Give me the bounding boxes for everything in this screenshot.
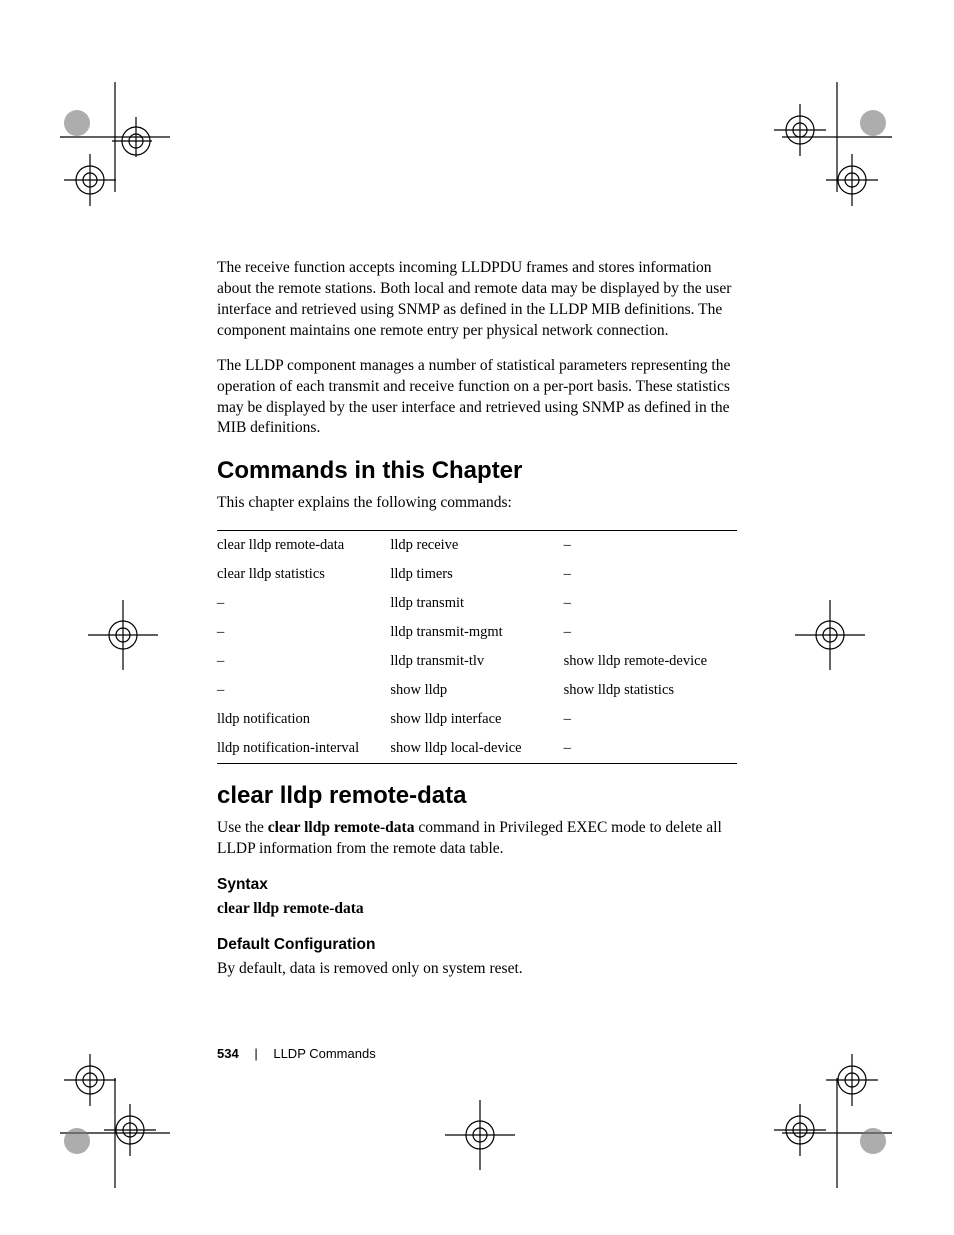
table-row: –lldp transmit-mgmt– [217, 618, 737, 647]
table-row: lldp notificationshow lldp interface– [217, 705, 737, 734]
table-cell: – [217, 589, 390, 618]
heading-syntax: Syntax [217, 876, 737, 894]
table-cell: show lldp interface [390, 705, 563, 734]
table-cell: – [564, 734, 737, 764]
registration-circle-icon [60, 150, 120, 210]
table-cell: – [217, 618, 390, 647]
default-config-text: By default, data is removed only on syst… [217, 959, 737, 980]
hatched-dot-icon [858, 108, 888, 138]
clear-lldp-desc: Use the clear lldp remote-data command i… [217, 818, 737, 860]
footer-separator: | [254, 1046, 257, 1061]
table-cell: lldp timers [390, 560, 563, 589]
table-row: –lldp transmit-tlvshow lldp remote-devic… [217, 647, 737, 676]
intro-paragraph-1: The receive function accepts incoming LL… [217, 258, 737, 342]
table-row: clear lldp statisticslldp timers– [217, 560, 737, 589]
table-cell: lldp transmit-tlv [390, 647, 563, 676]
heading-commands: Commands in this Chapter [217, 457, 737, 485]
hatched-dot-icon [858, 1126, 888, 1156]
table-cell: lldp receive [390, 531, 563, 561]
table-cell: clear lldp statistics [217, 560, 390, 589]
table-row: –show lldpshow lldp statistics [217, 676, 737, 705]
heading-clear-lldp: clear lldp remote-data [217, 782, 737, 810]
registration-circle-icon [822, 150, 882, 210]
table-cell: – [564, 560, 737, 589]
syntax-text: clear lldp remote-data [217, 899, 737, 920]
table-cell: – [564, 705, 737, 734]
hatched-dot-icon [62, 108, 92, 138]
table-cell: show lldp remote-device [564, 647, 737, 676]
table-cell: show lldp statistics [564, 676, 737, 705]
table-cell: – [217, 647, 390, 676]
text-span: Use the [217, 819, 268, 836]
page-footer: 534 | LLDP Commands [217, 1046, 376, 1061]
registration-circle-icon [100, 1100, 160, 1160]
page-number: 534 [217, 1046, 239, 1061]
table-row: lldp notification-intervalshow lldp loca… [217, 734, 737, 764]
registration-circle-icon [770, 100, 830, 160]
table-cell: lldp notification [217, 705, 390, 734]
table-cell: lldp notification-interval [217, 734, 390, 764]
hatched-dot-icon [62, 1126, 92, 1156]
registration-circle-icon [88, 600, 158, 670]
page-content: The receive function accepts incoming LL… [217, 258, 737, 994]
footer-section: LLDP Commands [273, 1046, 375, 1061]
table-cell: – [217, 676, 390, 705]
registration-circle-icon [445, 1100, 515, 1170]
table-cell: clear lldp remote-data [217, 531, 390, 561]
table-cell: show lldp [390, 676, 563, 705]
table-cell: – [564, 531, 737, 561]
registration-circle-icon [770, 1100, 830, 1160]
table-cell: – [564, 589, 737, 618]
table-cell: lldp transmit-mgmt [390, 618, 563, 647]
bold-command: clear lldp remote-data [268, 819, 415, 836]
commands-table: clear lldp remote-datalldp receive–clear… [217, 530, 737, 764]
registration-circle-icon [795, 600, 865, 670]
table-row: –lldp transmit– [217, 589, 737, 618]
table-row: clear lldp remote-datalldp receive– [217, 531, 737, 561]
commands-intro: This chapter explains the following comm… [217, 493, 737, 514]
table-cell: – [564, 618, 737, 647]
intro-paragraph-2: The LLDP component manages a number of s… [217, 356, 737, 440]
table-cell: show lldp local-device [390, 734, 563, 764]
table-cell: lldp transmit [390, 589, 563, 618]
heading-default-config: Default Configuration [217, 936, 737, 954]
